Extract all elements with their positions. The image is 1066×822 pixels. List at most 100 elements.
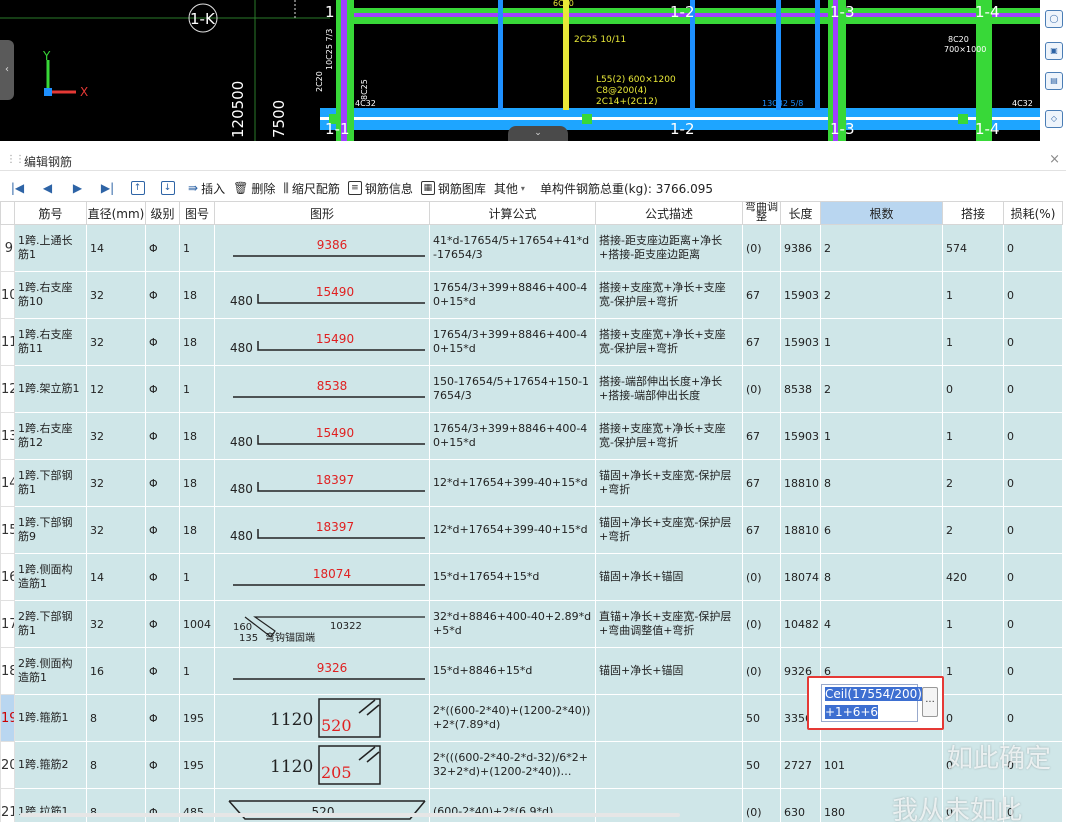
row-number[interactable]: 12 (0, 365, 15, 413)
figure-number-cell[interactable]: 1 (179, 647, 215, 695)
formula-cell[interactable]: 17654/3+399+8846+400-40+15*d (429, 412, 596, 460)
view-3d-icon[interactable]: ▣ (1045, 42, 1063, 60)
loss-cell[interactable]: 0 (1003, 600, 1063, 648)
close-icon[interactable]: × (1049, 152, 1060, 167)
rebar-name-cell[interactable]: 1跨.右支座筋12 (14, 412, 87, 460)
count-cell[interactable]: 101 (820, 741, 943, 789)
diameter-cell[interactable]: 32 (86, 412, 146, 460)
bend-adjust-cell[interactable]: (0) (742, 553, 781, 601)
table-row[interactable]: 121跨.架立筋112Φ18538150-17654/5+17654+150-1… (0, 365, 1063, 413)
delete-button[interactable]: 🗑 删除 (233, 178, 275, 198)
loss-cell[interactable]: 0 (1003, 694, 1063, 742)
diameter-cell[interactable]: 8 (86, 741, 146, 789)
description-cell[interactable]: 搭接+支座宽+净长+支座宽-保护层+弯折 (595, 412, 743, 460)
formula-cell[interactable]: 12*d+17654+399-40+15*d (429, 506, 596, 554)
column-header[interactable]: 损耗(%) (1003, 201, 1063, 225)
row-number[interactable]: 14 (0, 459, 15, 507)
diameter-cell[interactable]: 14 (86, 553, 146, 601)
column-header[interactable]: 图号 (179, 201, 215, 225)
rebar-library-button[interactable]: ▦ 钢筋图库 (420, 178, 486, 198)
rebar-name-cell[interactable]: 1跨.右支座筋10 (14, 271, 87, 319)
grade-cell[interactable]: Φ (145, 271, 180, 319)
figure-number-cell[interactable]: 18 (179, 459, 215, 507)
column-header[interactable]: 公式描述 (595, 201, 743, 225)
bend-adjust-cell[interactable]: 67 (742, 459, 781, 507)
last-record-button[interactable]: ▶| (98, 178, 120, 198)
row-number[interactable]: 21 (0, 788, 15, 822)
formula-cell[interactable]: 2*((600-2*40)+(1200-2*40))+2*(7.89*d) (429, 694, 596, 742)
count-cell[interactable]: 4 (820, 600, 943, 648)
horizontal-scrollbar[interactable] (20, 810, 680, 820)
lap-cell[interactable]: 0 (942, 788, 1004, 822)
figure-number-cell[interactable]: 195 (179, 741, 215, 789)
formula-cell[interactable]: 15*d+17654+15*d (429, 553, 596, 601)
grade-cell[interactable]: Φ (145, 224, 180, 272)
length-cell[interactable]: 10482 (780, 600, 821, 648)
count-formula-input[interactable]: Ceil(17554/200) +1+6+6 (821, 684, 922, 722)
lap-cell[interactable]: 1 (942, 600, 1004, 648)
table-row[interactable]: 151跨.下部钢筋932Φ18 480 18397 12*d+17654+399-40… (0, 506, 1063, 554)
count-cell[interactable]: 2 (820, 224, 943, 272)
row-number[interactable]: 17 (0, 600, 15, 648)
formula-cell[interactable]: 15*d+8846+15*d (429, 647, 596, 695)
length-cell[interactable]: 8538 (780, 365, 821, 413)
rebar-info-button[interactable]: ≡ 钢筋信息 (347, 178, 413, 198)
row-number[interactable]: 19 (0, 694, 15, 742)
next-record-button[interactable]: ▶ (68, 178, 90, 198)
scale-rebar-button[interactable]: ⫼ 缩尺配筋 (283, 178, 340, 198)
grade-cell[interactable]: Φ (145, 694, 180, 742)
grade-cell[interactable]: Φ (145, 647, 180, 695)
length-cell[interactable]: 18074 (780, 553, 821, 601)
rebar-name-cell[interactable]: 2跨.下部钢筋1 (14, 600, 87, 648)
loss-cell[interactable]: 0 (1003, 647, 1063, 695)
grade-cell[interactable]: Φ (145, 365, 180, 413)
formula-cell[interactable]: 150-17654/5+17654+150-17654/3 (429, 365, 596, 413)
column-header[interactable]: 搭接 (942, 201, 1004, 225)
lap-cell[interactable]: 1 (942, 271, 1004, 319)
loss-cell[interactable]: 0 (1003, 553, 1063, 601)
drag-handle-icon[interactable]: ⋮⋮ (6, 154, 25, 165)
loss-cell[interactable]: 0 (1003, 318, 1063, 366)
table-row[interactable]: 131跨.右支座筋1232Φ18 480 15490 17654/3+399+8846… (0, 412, 1063, 460)
row-number[interactable]: 9 (0, 224, 15, 272)
grade-cell[interactable]: Φ (145, 318, 180, 366)
table-row[interactable]: 172跨.下部钢筋132Φ1004 160135 10322 弯钩锚固端 32*d+88… (0, 600, 1063, 648)
length-cell[interactable]: 15903 (780, 271, 821, 319)
table-row[interactable]: 101跨.右支座筋1032Φ184801549017654/3+399+8846… (0, 271, 1063, 319)
length-cell[interactable]: 630 (780, 788, 821, 822)
cube-icon[interactable]: ◇ (1045, 110, 1063, 128)
grade-cell[interactable]: Φ (145, 412, 180, 460)
lap-cell[interactable]: 2 (942, 459, 1004, 507)
table-row[interactable]: 161跨.侧面构造筋114Φ1 18074 15*d+17654+15*d锚固+净长… (0, 553, 1063, 601)
figure-number-cell[interactable]: 1004 (179, 600, 215, 648)
column-header[interactable]: 计算公式 (429, 201, 596, 225)
insert-button[interactable]: ⇛ 插入 (188, 178, 225, 198)
loss-cell[interactable]: 0 (1003, 412, 1063, 460)
bend-adjust-cell[interactable]: (0) (742, 600, 781, 648)
bend-adjust-cell[interactable]: 67 (742, 318, 781, 366)
figure-number-cell[interactable]: 1 (179, 224, 215, 272)
length-cell[interactable]: 2727 (780, 741, 821, 789)
bend-adjust-cell[interactable]: (0) (742, 647, 781, 695)
view-2d-icon[interactable]: ▤ (1045, 72, 1063, 90)
column-header[interactable]: 根数 (820, 201, 943, 225)
formula-cell[interactable]: 41*d-17654/5+17654+41*d-17654/3 (429, 224, 596, 272)
loss-cell[interactable]: 0 (1003, 459, 1063, 507)
lap-cell[interactable]: 0 (942, 365, 1004, 413)
diameter-cell[interactable]: 32 (86, 506, 146, 554)
bend-adjust-cell[interactable]: (0) (742, 365, 781, 413)
column-header[interactable]: 弯曲调整 (742, 201, 781, 225)
bend-adjust-cell[interactable]: 67 (742, 412, 781, 460)
lap-cell[interactable]: 1 (942, 318, 1004, 366)
figure-number-cell[interactable]: 18 (179, 318, 215, 366)
first-record-button[interactable]: |◀ (8, 178, 30, 198)
description-cell[interactable]: 搭接+支座宽+净长+支座宽-保护层+弯折 (595, 271, 743, 319)
lap-cell[interactable]: 0 (942, 694, 1004, 742)
bend-adjust-cell[interactable]: (0) (742, 788, 781, 822)
cad-viewport[interactable]: 1-K 1 1-2 1-3 1-4 1-1 1-2 1-3 1-4 120500… (0, 0, 1040, 141)
row-number[interactable]: 15 (0, 506, 15, 554)
bend-adjust-cell[interactable]: (0) (742, 224, 781, 272)
row-number[interactable]: 10 (0, 271, 15, 319)
figure-number-cell[interactable]: 1 (179, 553, 215, 601)
diameter-cell[interactable]: 32 (86, 600, 146, 648)
